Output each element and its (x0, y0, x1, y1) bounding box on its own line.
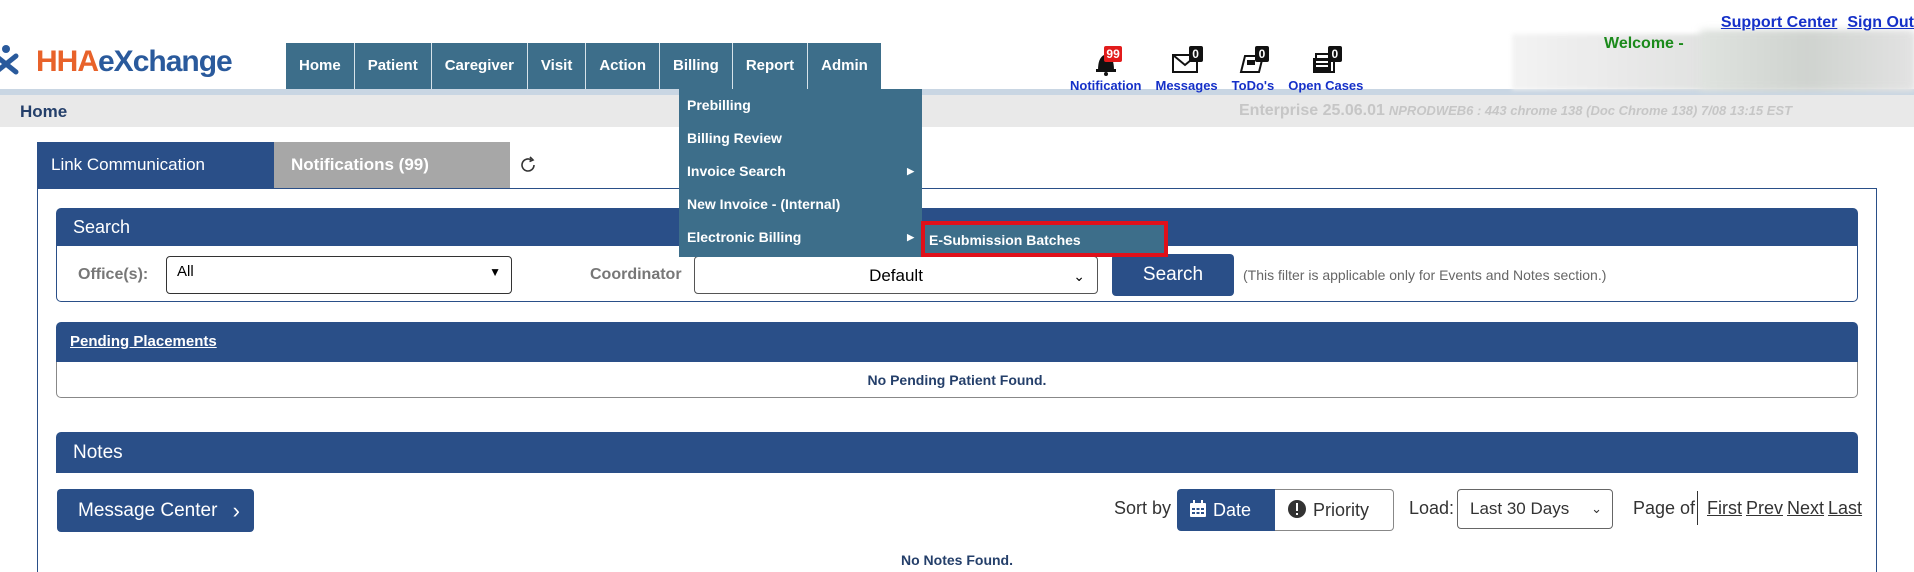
support-center-link[interactable]: Support Center (1721, 14, 1837, 32)
open-cases-badge: 0 (1327, 46, 1342, 62)
menu-new-invoice[interactable]: New Invoice - (Internal) (679, 188, 922, 221)
cases-icon: 0 (1308, 46, 1344, 76)
pending-placements-link[interactable]: Pending Placements (70, 333, 217, 350)
exclamation-icon (1288, 500, 1306, 518)
pager-last[interactable]: Last (1828, 498, 1862, 519)
nav-home[interactable]: Home (286, 43, 355, 89)
menu-prebilling[interactable]: Prebilling (679, 89, 922, 122)
menu-electronic-billing[interactable]: Electronic Billing ▶ (679, 221, 922, 254)
open-cases-label: Open Cases (1288, 78, 1364, 93)
menu-invoice-search[interactable]: Invoice Search ▶ (679, 155, 922, 188)
messages-badge: 0 (1188, 46, 1203, 62)
notes-panel-title: Notes (56, 432, 1858, 473)
tab-link-communication[interactable]: Link Communication (37, 142, 274, 188)
menu-e-submission-batches[interactable]: E-Submission Batches (921, 225, 1168, 256)
coordinator-select[interactable]: Default ⌄ (694, 256, 1098, 294)
office-label: Office(s): (78, 266, 149, 283)
bell-icon: 99 (1088, 46, 1124, 76)
pager: First Prev Next Last (1707, 498, 1862, 519)
menu-invoice-search-label: Invoice Search (687, 163, 786, 179)
message-center-label: Message Center (78, 500, 218, 521)
billing-dropdown: Prebilling Billing Review Invoice Search… (679, 89, 922, 257)
nav-caregiver[interactable]: Caregiver (432, 43, 528, 89)
page-of-label: Page of (1633, 498, 1696, 518)
sign-out-link[interactable]: Sign Out (1847, 14, 1914, 32)
menu-billing-review[interactable]: Billing Review (679, 122, 922, 155)
nav-billing[interactable]: Billing (660, 43, 733, 89)
environment-version: Enterprise 25.06.01 (1239, 102, 1385, 119)
office-select[interactable]: All ▼ (166, 256, 512, 294)
environment-info: Enterprise 25.06.01 NPRODWEB6 : 443 chrom… (1239, 102, 1792, 120)
menu-electronic-billing-label: Electronic Billing (687, 229, 802, 245)
sub-header: Home Enterprise 25.06.01 NPRODWEB6 : 443 … (0, 95, 1914, 127)
nav-visit[interactable]: Visit (528, 43, 587, 89)
open-cases-link[interactable]: 0 Open Cases (1288, 46, 1363, 93)
nav-action[interactable]: Action (586, 43, 660, 89)
pending-placements-header: Pending Placements (56, 322, 1858, 362)
search-button[interactable]: Search (1112, 254, 1234, 296)
sort-priority-label: Priority (1313, 500, 1370, 520)
pager-next[interactable]: Next (1787, 498, 1824, 519)
build-info: NPRODWEB6 : 443 chrome 138 (Doc Chrome 1… (1388, 103, 1793, 118)
logo[interactable]: HHAeXchange (0, 40, 233, 84)
notification-badge: 99 (1104, 46, 1122, 62)
main-nav: Home Patient Caregiver Visit Action Bill… (286, 43, 881, 89)
load-select-value: Last 30 Days (1470, 499, 1570, 518)
notification-label: Notification (1070, 78, 1142, 93)
page-title: Home (20, 102, 68, 121)
todos-label: ToDo's (1231, 78, 1275, 93)
sort-priority-button[interactable]: Priority (1275, 489, 1394, 531)
messages-link[interactable]: 0 Messages (1156, 46, 1218, 93)
logo-exchange: eXchange (98, 45, 233, 78)
nav-report[interactable]: Report (733, 43, 809, 89)
welcome-text: Welcome - (1604, 35, 1684, 52)
tab-bar: Link Communication Notifications (99) (37, 142, 510, 188)
load-label: Load: (1409, 498, 1455, 518)
refresh-icon[interactable] (518, 155, 538, 175)
caret-right-icon: ▶ (907, 166, 914, 176)
chevron-down-icon: ⌄ (1591, 501, 1602, 516)
nav-patient[interactable]: Patient (355, 43, 432, 89)
sort-by-label: Sort by (1114, 498, 1172, 518)
chevron-right-icon: › (232, 498, 240, 523)
load-select[interactable]: Last 30 Days ⌄ (1457, 489, 1613, 529)
logo-figure-icon (0, 40, 28, 84)
envelope-icon: 0 (1169, 46, 1205, 76)
pager-divider (1697, 491, 1698, 525)
user-avatar-blurred (1700, 30, 1914, 90)
coordinator-select-value: Default (869, 266, 923, 285)
sort-date-button[interactable]: Date (1177, 489, 1275, 531)
nav-admin[interactable]: Admin (808, 43, 881, 89)
caret-down-icon: ▼ (489, 265, 501, 279)
caret-right-icon: ▶ (907, 232, 914, 242)
message-center-button[interactable]: Message Center › (57, 489, 254, 532)
coordinator-label: Coordinator (590, 266, 682, 283)
office-select-value: All (177, 263, 194, 280)
notification-link[interactable]: 99 Notification (1070, 46, 1142, 93)
filter-note: (This filter is applicable only for Even… (1243, 267, 1607, 283)
messages-label: Messages (1155, 78, 1218, 93)
top-links: Support Center Sign Out (1721, 14, 1914, 32)
todo-icon: 0 (1235, 46, 1271, 76)
icon-bar: 99 Notification 0 Messages 0 ToDo's 0 Op… (1070, 46, 1377, 93)
logo-hha: HHA (36, 45, 99, 78)
chevron-down-icon: ⌄ (1073, 268, 1085, 284)
logo-text: HHAeXchange (36, 45, 233, 79)
notes-empty: No Notes Found. (901, 552, 1013, 568)
pending-placements-empty: No Pending Patient Found. (56, 362, 1858, 398)
calendar-icon (1190, 500, 1206, 517)
todos-badge: 0 (1254, 46, 1269, 62)
pager-first[interactable]: First (1707, 498, 1742, 519)
tab-notifications[interactable]: Notifications (99) (274, 142, 510, 188)
pager-prev[interactable]: Prev (1746, 498, 1783, 519)
electronic-billing-submenu: E-Submission Batches (921, 225, 1168, 256)
todos-link[interactable]: 0 ToDo's (1231, 46, 1275, 93)
sort-date-label: Date (1213, 500, 1252, 520)
